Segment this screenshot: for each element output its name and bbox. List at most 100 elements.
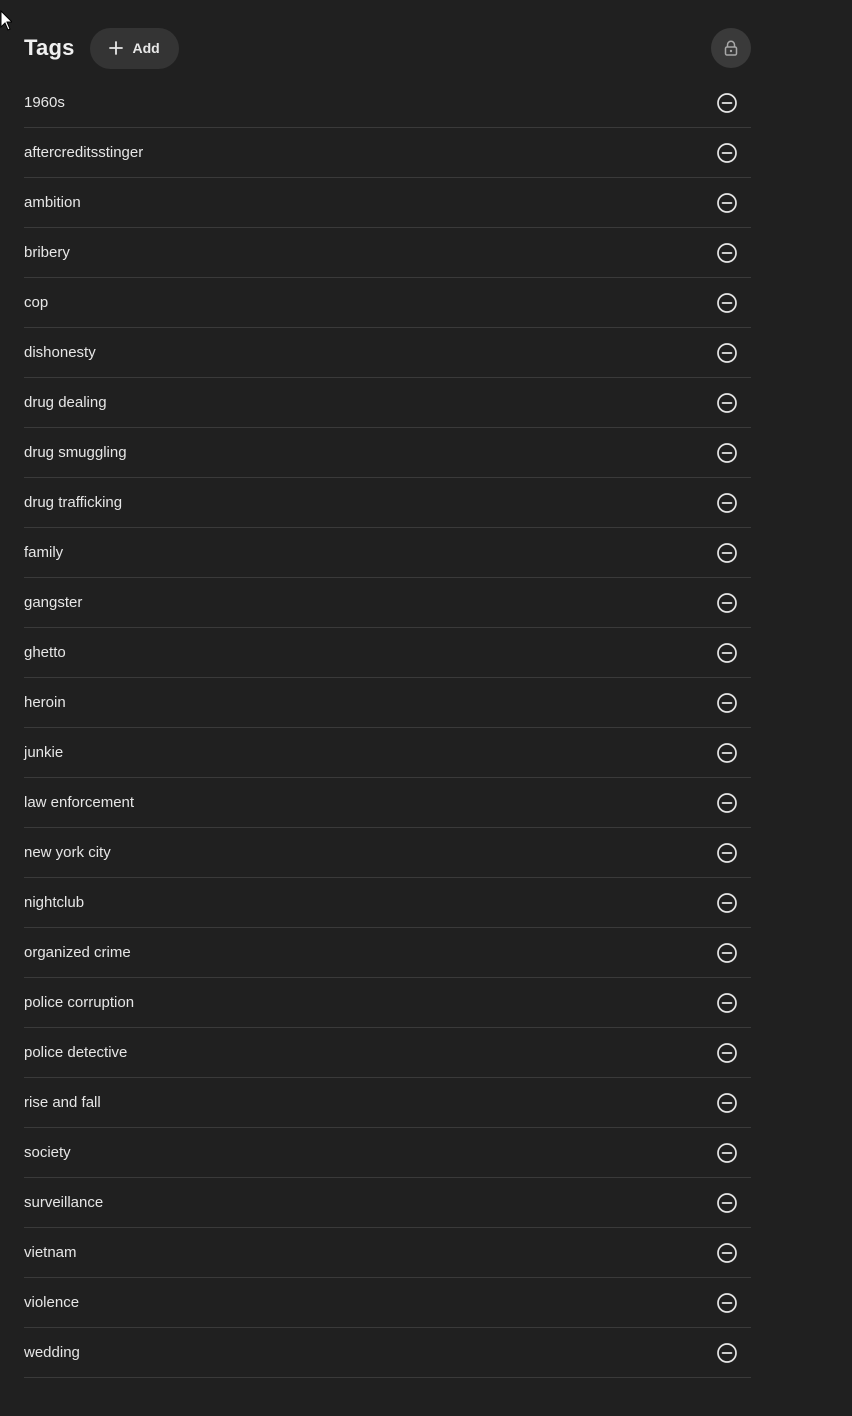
minus-circle-icon: [717, 1242, 737, 1263]
tags-title: Tags: [24, 35, 75, 60]
tag-label: wedding: [24, 1344, 80, 1361]
tag-label: surveillance: [24, 1194, 104, 1211]
remove-tag-button[interactable]: [715, 1291, 739, 1315]
remove-tag-button[interactable]: [715, 141, 739, 165]
tag-row: new york city: [24, 828, 751, 878]
remove-tag-button[interactable]: [715, 1241, 739, 1265]
tag-row: police detective: [24, 1028, 751, 1078]
tag-label: law enforcement: [24, 794, 135, 811]
remove-tag-button[interactable]: [715, 691, 739, 715]
minus-circle-icon: [717, 1342, 737, 1363]
minus-circle-icon: [717, 1192, 737, 1213]
tag-row: violence: [24, 1278, 751, 1328]
tag-label: nightclub: [24, 894, 85, 911]
tag-label: police detective: [24, 1044, 128, 1061]
tag-row: rise and fall: [24, 1078, 751, 1128]
tag-row: nightclub: [24, 878, 751, 928]
remove-tag-button[interactable]: [715, 841, 739, 865]
minus-circle-icon: [717, 292, 737, 313]
add-tag-button[interactable]: Add: [89, 27, 179, 69]
tag-row: 1960s: [24, 78, 751, 128]
tag-label: bribery: [24, 244, 70, 261]
tag-row: aftercreditsstinger: [24, 128, 751, 178]
tag-label: drug trafficking: [24, 494, 123, 511]
tag-row: society: [24, 1128, 751, 1178]
minus-circle-icon: [717, 992, 737, 1013]
remove-tag-button[interactable]: [715, 1141, 739, 1165]
minus-circle-icon: [717, 842, 737, 863]
mouse-cursor-icon: [0, 10, 12, 31]
remove-tag-button[interactable]: [715, 1191, 739, 1215]
remove-tag-button[interactable]: [715, 441, 739, 465]
remove-tag-button[interactable]: [715, 291, 739, 315]
lock-button[interactable]: [711, 28, 751, 68]
remove-tag-button[interactable]: [715, 991, 739, 1015]
minus-circle-icon: [717, 592, 737, 613]
minus-circle-icon: [717, 892, 737, 913]
minus-circle-icon: [717, 1042, 737, 1063]
minus-circle-icon: [717, 642, 737, 663]
remove-tag-button[interactable]: [715, 791, 739, 815]
tag-label: gangster: [24, 594, 83, 611]
tags-panel: Tags Add 1960s aftercreditsstinger ambitio…: [24, 26, 751, 1378]
remove-tag-button[interactable]: [715, 491, 739, 515]
remove-tag-button[interactable]: [715, 1041, 739, 1065]
remove-tag-button[interactable]: [715, 591, 739, 615]
tag-row: drug trafficking: [24, 478, 751, 528]
tag-label: rise and fall: [24, 1094, 101, 1111]
tag-row: vietnam: [24, 1228, 751, 1278]
remove-tag-button[interactable]: [715, 1341, 739, 1365]
remove-tag-button[interactable]: [715, 191, 739, 215]
tag-row: cop: [24, 278, 751, 328]
minus-circle-icon: [717, 1142, 737, 1163]
tag-row: police corruption: [24, 978, 751, 1028]
tag-row: drug dealing: [24, 378, 751, 428]
tag-row: heroin: [24, 678, 751, 728]
tag-label: society: [24, 1144, 71, 1161]
remove-tag-button[interactable]: [715, 941, 739, 965]
minus-circle-icon: [717, 542, 737, 563]
tag-label: organized crime: [24, 944, 131, 961]
tag-list: 1960s aftercreditsstinger ambition bribery c…: [24, 78, 751, 1378]
minus-circle-icon: [717, 142, 737, 163]
tag-label: cop: [24, 294, 49, 311]
tag-label: drug smuggling: [24, 444, 127, 461]
tag-row: ambition: [24, 178, 751, 228]
remove-tag-button[interactable]: [715, 341, 739, 365]
remove-tag-button[interactable]: [715, 91, 739, 115]
tag-row: drug smuggling: [24, 428, 751, 478]
minus-circle-icon: [717, 792, 737, 813]
minus-circle-icon: [717, 242, 737, 263]
remove-tag-button[interactable]: [715, 1091, 739, 1115]
minus-circle-icon: [717, 742, 737, 763]
minus-circle-icon: [717, 492, 737, 513]
tag-label: family: [24, 544, 64, 561]
minus-circle-icon: [717, 192, 737, 213]
tag-row: junkie: [24, 728, 751, 778]
lock-icon: [724, 40, 738, 56]
minus-circle-icon: [717, 92, 737, 113]
minus-circle-icon: [717, 1292, 737, 1313]
minus-circle-icon: [717, 392, 737, 413]
tag-label: police corruption: [24, 994, 135, 1011]
minus-circle-icon: [717, 1092, 737, 1113]
tag-row: gangster: [24, 578, 751, 628]
tag-label: ambition: [24, 194, 81, 211]
tag-row: organized crime: [24, 928, 751, 978]
remove-tag-button[interactable]: [715, 641, 739, 665]
remove-tag-button[interactable]: [715, 891, 739, 915]
remove-tag-button[interactable]: [715, 241, 739, 265]
tag-row: dishonesty: [24, 328, 751, 378]
tag-label: drug dealing: [24, 394, 107, 411]
remove-tag-button[interactable]: [715, 541, 739, 565]
remove-tag-button[interactable]: [715, 391, 739, 415]
tag-label: dishonesty: [24, 344, 96, 361]
minus-circle-icon: [717, 942, 737, 963]
tag-row: law enforcement: [24, 778, 751, 828]
tag-row: ghetto: [24, 628, 751, 678]
tags-header: Tags Add: [24, 26, 751, 70]
remove-tag-button[interactable]: [715, 741, 739, 765]
tag-label: violence: [24, 1294, 80, 1311]
minus-circle-icon: [717, 692, 737, 713]
add-tag-label: Add: [132, 40, 160, 56]
